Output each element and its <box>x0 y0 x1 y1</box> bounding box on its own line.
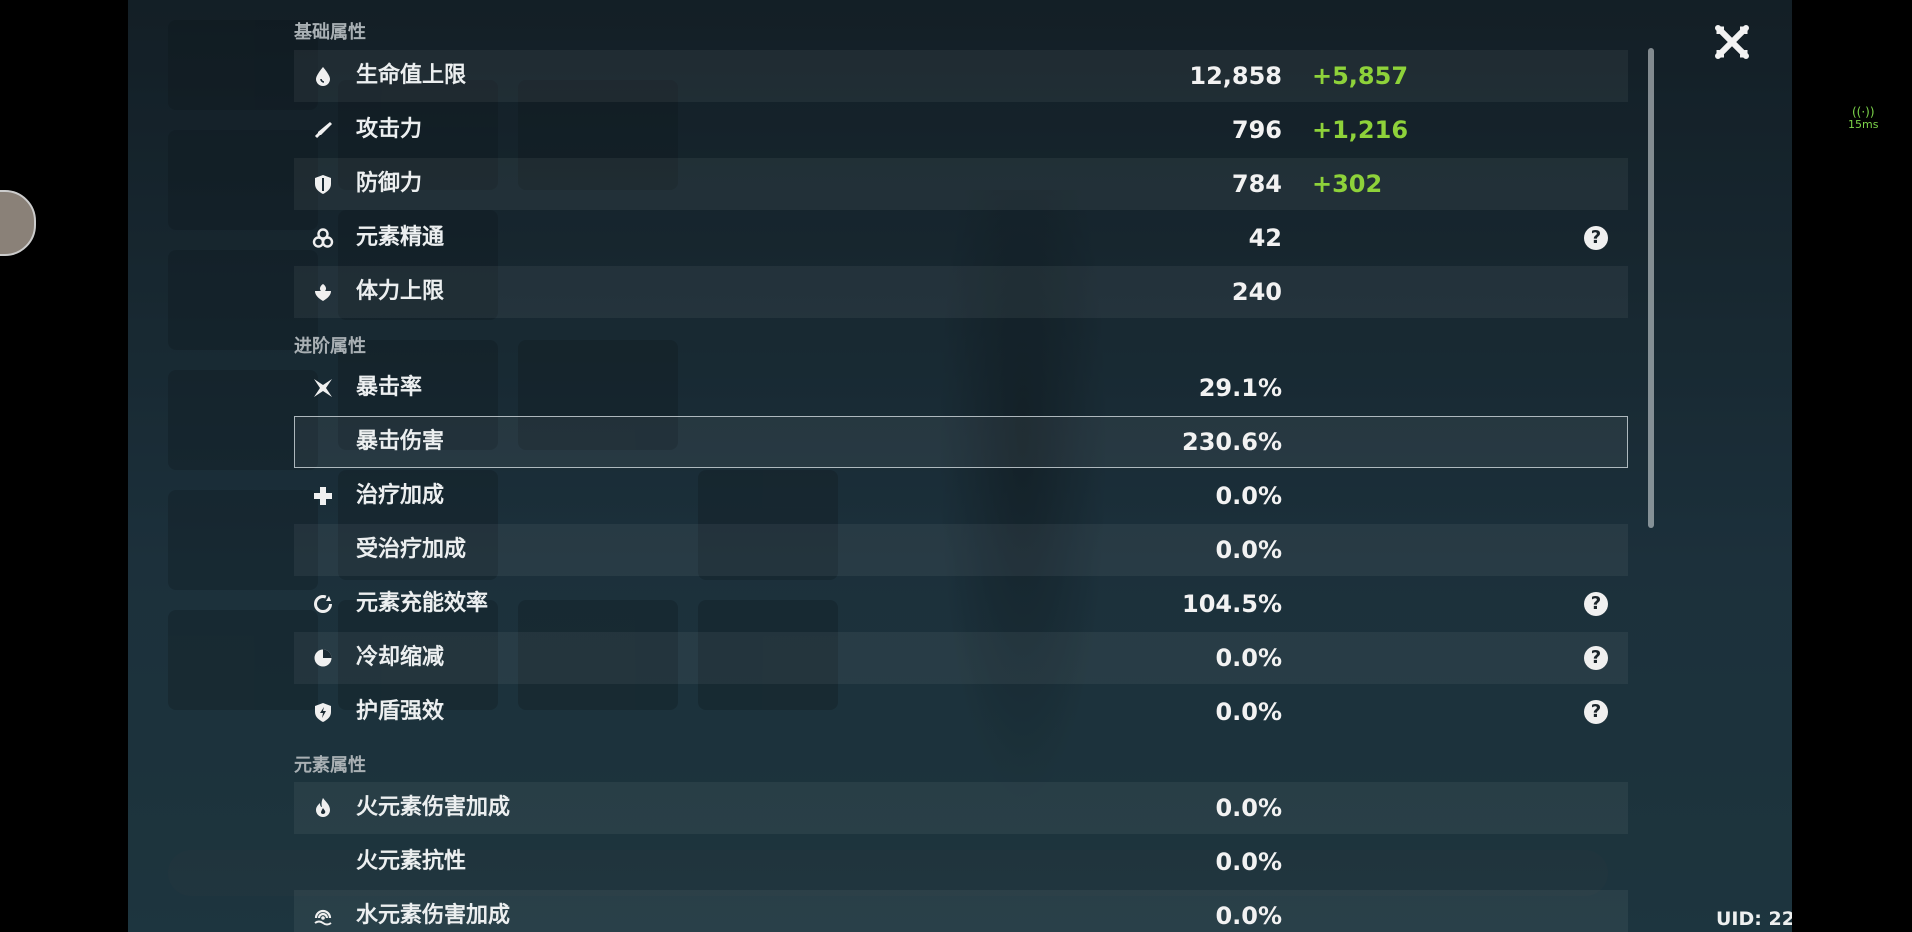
stat-label: 冷却缩减 <box>356 645 445 670</box>
section-title-base: 基础属性 <box>294 22 366 43</box>
plus-cross-icon <box>312 485 334 507</box>
stat-label: 火元素抗性 <box>356 849 467 874</box>
stat-label: 受治疗加成 <box>356 537 467 562</box>
close-button[interactable] <box>1710 20 1754 64</box>
close-icon <box>1715 25 1749 59</box>
water-drop-icon <box>312 65 334 87</box>
stat-row-incoming-healing[interactable]: 受治疗加成 0.0% <box>294 524 1628 576</box>
triple-circle-icon <box>312 227 334 249</box>
help-icon[interactable]: ? <box>1584 646 1608 670</box>
stat-bonus: +5,857 <box>1312 62 1409 90</box>
network-indicator: ((·)) 15ms <box>1848 106 1878 131</box>
cooldown-icon <box>312 647 334 669</box>
stat-row-def[interactable]: 防御力 784 +302 <box>294 158 1628 210</box>
stat-value: 0.0% <box>1215 482 1282 510</box>
stat-label: 元素精通 <box>356 225 445 250</box>
stat-bonus: +302 <box>1312 170 1383 198</box>
stat-value: 29.1% <box>1198 374 1282 402</box>
stat-value: 230.6% <box>1182 428 1282 456</box>
stat-row-crit-dmg[interactable]: 暴击伤害 230.6% <box>294 416 1628 468</box>
recharge-ring-icon <box>312 593 334 615</box>
help-icon[interactable]: ? <box>1584 226 1608 250</box>
stat-row-pyro-res[interactable]: 火元素抗性 0.0% <box>294 836 1628 888</box>
stat-label: 暴击率 <box>356 375 423 400</box>
stat-row-max-stamina[interactable]: 体力上限 240 <box>294 266 1628 318</box>
stat-label: 护盾强效 <box>356 699 445 724</box>
stat-value: 0.0% <box>1215 698 1282 726</box>
stat-row-cd-reduction[interactable]: 冷却缩减 0.0%? <box>294 632 1628 684</box>
stat-value: 42 <box>1248 224 1282 252</box>
section-title-elemental: 元素属性 <box>294 755 366 776</box>
game-background: 基础属性 进阶属性 元素属性 生命值上限 12,858 +5,857 攻击力 796 +1… <box>128 0 1792 932</box>
stat-bonus: +1,216 <box>1312 116 1409 144</box>
stat-row-shield-strength[interactable]: 护盾强效 0.0%? <box>294 686 1628 738</box>
shield-bolt-icon <box>312 701 334 723</box>
help-icon[interactable]: ? <box>1584 700 1608 724</box>
stat-value: 784 <box>1231 170 1282 198</box>
stat-label: 暴击伤害 <box>356 429 445 454</box>
hydro-swirl-icon <box>312 905 334 927</box>
stat-value: 796 <box>1231 116 1282 144</box>
stat-row-crit-rate[interactable]: 暴击率 29.1% <box>294 362 1628 414</box>
uid-label: UID: 220206185 <box>1716 908 1792 930</box>
crit-star-icon <box>312 377 334 399</box>
wifi-icon: ((·)) <box>1851 105 1875 119</box>
stat-row-energy-recharge[interactable]: 元素充能效率 104.5%? <box>294 578 1628 630</box>
section-title-advanced: 进阶属性 <box>294 336 366 357</box>
stat-label: 水元素伤害加成 <box>356 903 511 928</box>
stat-label: 防御力 <box>356 171 423 196</box>
stat-value: 104.5% <box>1182 590 1282 618</box>
stat-value: 240 <box>1231 278 1282 306</box>
stat-value: 0.0% <box>1215 644 1282 672</box>
stat-row-pyro-dmg[interactable]: 火元素伤害加成 0.0% <box>294 782 1628 834</box>
sword-icon <box>312 119 334 141</box>
scrollbar[interactable] <box>1648 48 1654 528</box>
stat-row-max-hp[interactable]: 生命值上限 12,858 +5,857 <box>294 50 1628 102</box>
stamina-icon <box>312 281 334 303</box>
shield-icon <box>312 173 334 195</box>
stat-row-elemental-mastery[interactable]: 元素精通 42? <box>294 212 1628 264</box>
stat-value: 0.0% <box>1215 794 1282 822</box>
floating-avatar-button[interactable] <box>0 190 36 256</box>
help-icon[interactable]: ? <box>1584 592 1608 616</box>
stat-label: 治疗加成 <box>356 483 445 508</box>
stat-label: 火元素伤害加成 <box>356 795 511 820</box>
pyro-flame-icon <box>312 797 334 819</box>
latency-text: 15ms <box>1848 118 1879 131</box>
stat-label: 攻击力 <box>356 117 423 142</box>
stat-row-healing-bonus[interactable]: 治疗加成 0.0% <box>294 470 1628 522</box>
stat-value: 0.0% <box>1215 536 1282 564</box>
stat-label: 生命值上限 <box>356 63 467 88</box>
stat-value: 12,858 <box>1189 62 1282 90</box>
stat-label: 体力上限 <box>356 279 445 304</box>
stat-row-atk[interactable]: 攻击力 796 +1,216 <box>294 104 1628 156</box>
stat-row-hydro-dmg[interactable]: 水元素伤害加成 0.0% <box>294 890 1628 932</box>
stat-value: 0.0% <box>1215 902 1282 930</box>
stat-value: 0.0% <box>1215 848 1282 876</box>
stat-label: 元素充能效率 <box>356 591 489 616</box>
